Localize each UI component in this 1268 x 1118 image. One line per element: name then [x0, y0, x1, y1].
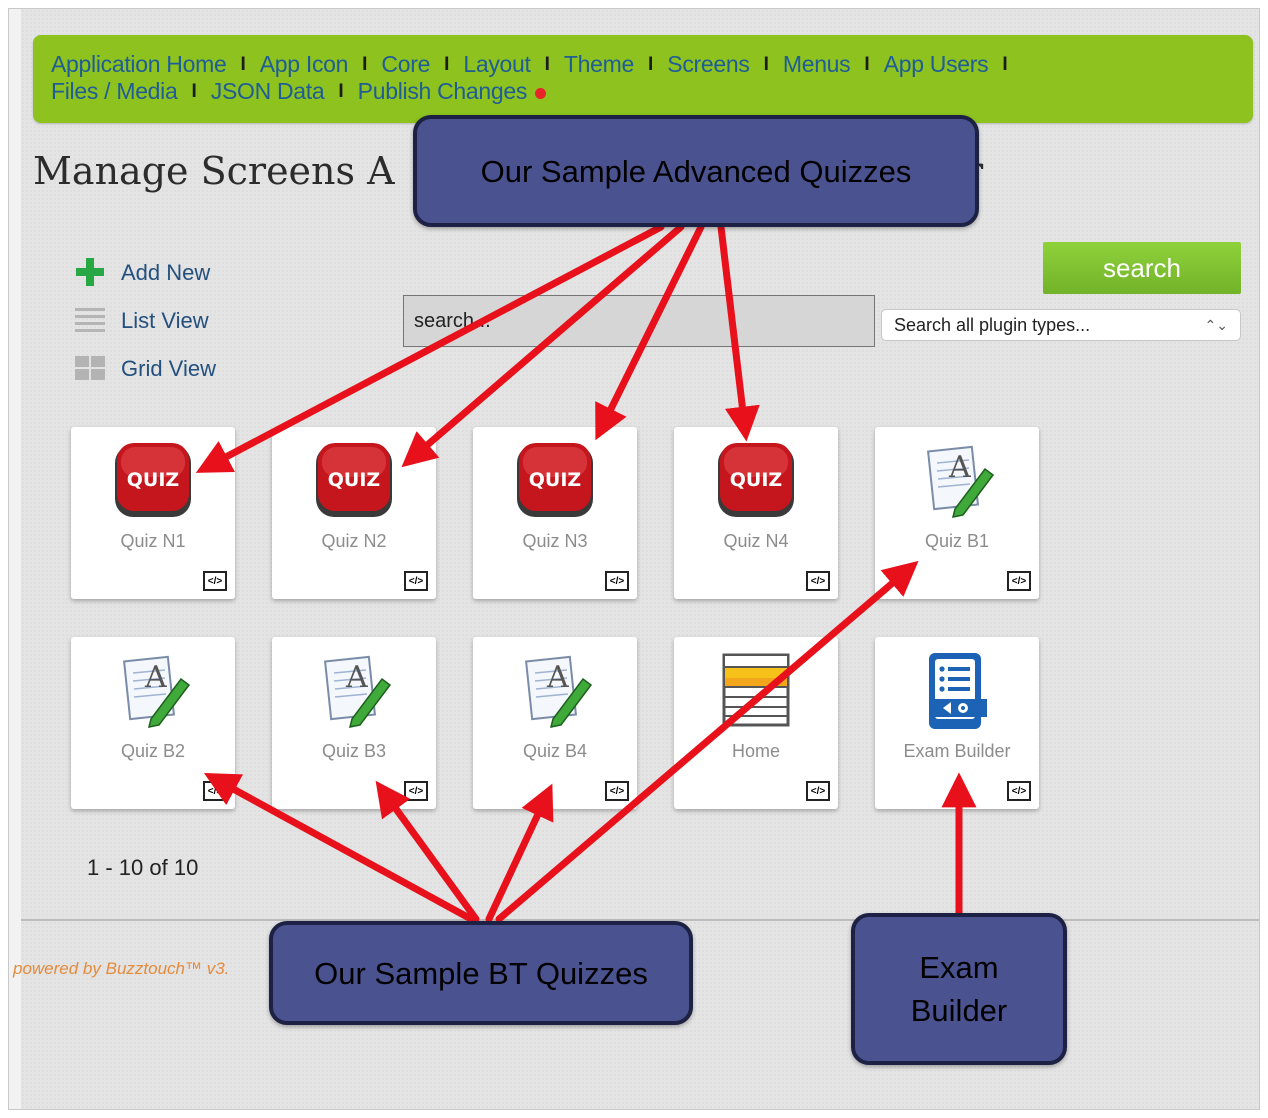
arrow-to-quiz-n1	[195, 223, 665, 473]
screenshot-frame: Application Home I App Icon I Core I Layout…	[8, 8, 1260, 1110]
arrow-to-quiz-b2	[203, 772, 475, 923]
arrow-to-quiz-b1	[495, 560, 919, 923]
callout-advanced-quizzes: Our Sample Advanced Quizzes	[413, 115, 979, 227]
callout-exam-builder: Exam Builder	[851, 913, 1067, 1065]
arrow-to-quiz-n4	[717, 223, 760, 442]
callout-bt-quizzes: Our Sample BT Quizzes	[269, 921, 693, 1025]
app-area: Application Home I App Icon I Core I Layout…	[13, 9, 1259, 1109]
